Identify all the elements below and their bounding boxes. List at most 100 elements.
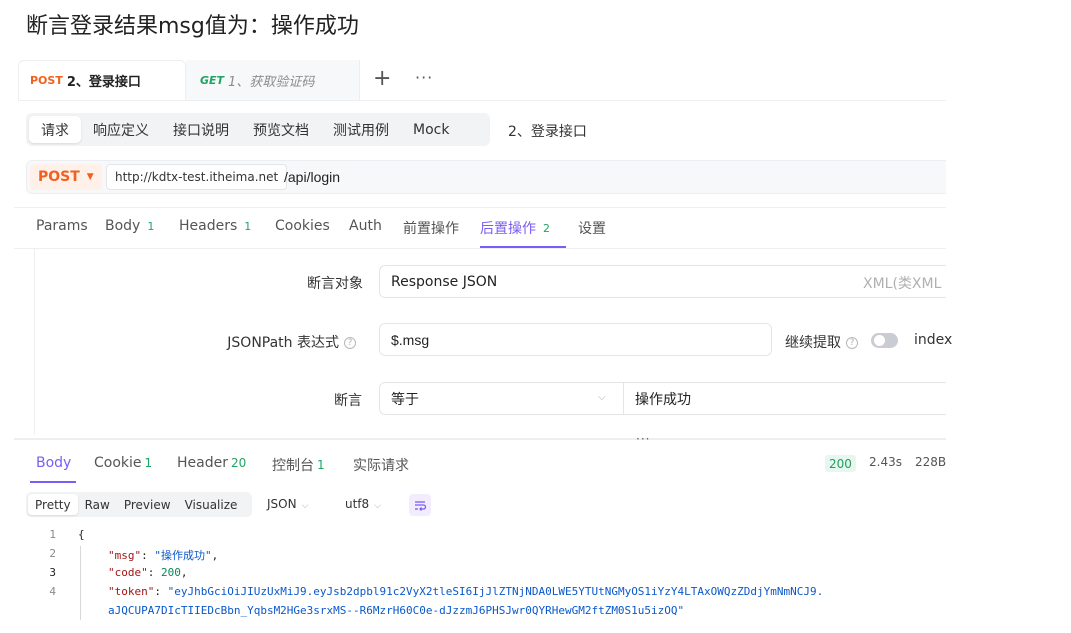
json-string: "eyJhbGciOiJIUzUxMiJ9.eyJsb2dpbl91c2VyX2…	[167, 585, 824, 598]
view-raw[interactable]: Raw	[78, 494, 117, 515]
jsonpath-input[interactable]	[379, 323, 772, 356]
json-key: "code"	[108, 566, 148, 579]
format-value: JSON	[267, 497, 297, 511]
xml-option[interactable]: XML(类XML	[863, 273, 941, 293]
doc-tab-label: 1、获取验证码	[228, 74, 315, 90]
method-badge-post: POST	[30, 74, 63, 87]
encoding-dropdown[interactable]: utf8 ⌵	[345, 497, 381, 511]
doc-tab-captcha[interactable]: GET 1、获取验证码	[186, 60, 360, 100]
active-subtab-indicator	[480, 246, 566, 248]
chevron-down-icon: ⌵	[301, 501, 309, 511]
index-label: index	[914, 332, 953, 348]
tab-api-description[interactable]: 接口说明	[161, 116, 241, 143]
view-preview[interactable]: Preview	[117, 494, 178, 515]
indent-guide	[80, 546, 81, 620]
chevron-down-icon: ⌵	[374, 501, 381, 511]
resp-tab-console[interactable]: 控制台 1	[272, 455, 325, 475]
resp-tab-body[interactable]: Body	[36, 455, 71, 471]
subtab-headers[interactable]: Headers 1	[179, 218, 251, 234]
view-visualize[interactable]: Visualize	[178, 494, 245, 515]
wrap-lines-button[interactable]	[409, 494, 431, 516]
method-value: POST	[38, 169, 80, 185]
line-number: 3	[49, 566, 56, 579]
subtab-body[interactable]: Body 1	[105, 218, 154, 234]
assert-target-label: 断言对象	[307, 276, 363, 292]
subtab-pre-operations[interactable]: 前置操作	[403, 218, 459, 238]
assert-target-select[interactable]: Response JSON	[379, 265, 946, 298]
subtab-label: 设置	[578, 221, 606, 237]
resp-tab-actual-request[interactable]: 实际请求	[353, 455, 409, 475]
expected-value-input[interactable]: 操作成功	[623, 382, 946, 415]
add-tab-icon[interactable]: +	[373, 66, 391, 91]
assert-label: 断言	[334, 393, 362, 409]
resp-tab-label: 控制台	[272, 458, 314, 474]
continue-extract-label: 继续提取?	[785, 332, 858, 352]
page-title: 断言登录结果msg值为：操作成功	[26, 14, 359, 39]
expected-value: 操作成功	[635, 391, 691, 408]
jsonpath-label-text: JSONPath 表达式	[227, 335, 339, 351]
json-key: "msg"	[108, 549, 142, 562]
count-badge: 2	[543, 221, 550, 235]
assert-operator-select[interactable]: 等于	[379, 382, 624, 415]
json-number: 200	[161, 566, 181, 579]
active-resp-tab-indicator	[30, 481, 76, 483]
tab-divider	[18, 100, 946, 101]
count-badge: 1	[144, 456, 153, 470]
resp-tab-cookie[interactable]: Cookie 1	[94, 455, 152, 471]
more-icon[interactable]: ···	[415, 68, 433, 87]
tab-preview-doc[interactable]: 预览文档	[241, 116, 321, 143]
panel-splitter[interactable]	[14, 438, 946, 440]
subtab-label: Headers	[179, 218, 238, 234]
subtab-post-operations[interactable]: 后置操作 2	[480, 218, 550, 238]
subtab-label: Cookies	[275, 218, 330, 234]
subtab-label: Auth	[349, 218, 382, 234]
line-number: 4	[49, 585, 56, 598]
response-size: 228B	[915, 455, 947, 469]
subtab-label: 前置操作	[403, 221, 459, 237]
subtab-auth[interactable]: Auth	[349, 218, 382, 234]
line-number: 2	[49, 547, 56, 560]
drag-handle-icon[interactable]: ···	[636, 432, 650, 446]
subtab-cookies[interactable]: Cookies	[275, 218, 330, 234]
json-string: "操作成功"	[154, 549, 212, 562]
help-icon[interactable]: ?	[846, 337, 858, 349]
view-mode-tabs: Pretty Raw Preview Visualize	[26, 492, 252, 517]
subtab-params[interactable]: Params	[36, 218, 88, 234]
count-badge: 1	[317, 458, 325, 472]
tab-request[interactable]: 请求	[29, 116, 81, 143]
jsonpath-label: JSONPath 表达式?	[180, 332, 356, 352]
method-select[interactable]: POST ▼	[30, 164, 102, 190]
path-input[interactable]	[284, 167, 934, 187]
format-dropdown[interactable]: JSON ⌵	[267, 497, 308, 511]
subtab-settings[interactable]: 设置	[578, 218, 606, 238]
resp-tab-label: Body	[36, 455, 72, 471]
code-line: "msg": "操作成功",	[108, 549, 219, 562]
subtab-label: Body	[105, 218, 141, 234]
base-url-chip[interactable]: http://kdtx-test.itheima.net	[106, 164, 288, 190]
count-badge: 20	[230, 456, 247, 470]
tab-response-definition[interactable]: 响应定义	[81, 116, 161, 143]
line-number: 1	[49, 528, 56, 541]
count-badge: 1	[244, 219, 252, 233]
method-badge-get: GET	[200, 73, 225, 87]
encoding-value: utf8	[345, 497, 370, 511]
code-line: "token": "eyJhbGciOiJIUzUxMiJ9.eyJsb2dpb…	[108, 585, 824, 598]
resp-tab-header[interactable]: Header 20	[177, 455, 246, 471]
request-section-tabs: 请求 响应定义 接口说明 预览文档 测试用例 Mock	[26, 113, 490, 146]
api-name[interactable]: 2、登录接口	[508, 121, 587, 141]
subtab-label: Params	[36, 218, 88, 234]
code-line: "code": 200,	[108, 566, 188, 579]
help-icon[interactable]: ?	[344, 337, 356, 349]
subtab-label: 后置操作	[480, 221, 536, 237]
wrap-icon	[415, 501, 427, 511]
resp-tab-label: Header	[177, 455, 228, 471]
view-pretty[interactable]: Pretty	[28, 494, 78, 515]
response-time: 2.43s	[869, 455, 902, 469]
tab-mock[interactable]: Mock	[401, 116, 461, 143]
tab-test-cases[interactable]: 测试用例	[321, 116, 401, 143]
chevron-down-icon: ▼	[86, 172, 94, 182]
resp-tab-label: 实际请求	[353, 458, 409, 474]
resp-tab-label: Cookie	[94, 455, 142, 471]
doc-tab-login[interactable]: POST 2、登录接口	[18, 60, 186, 100]
json-key: "token"	[108, 585, 155, 598]
